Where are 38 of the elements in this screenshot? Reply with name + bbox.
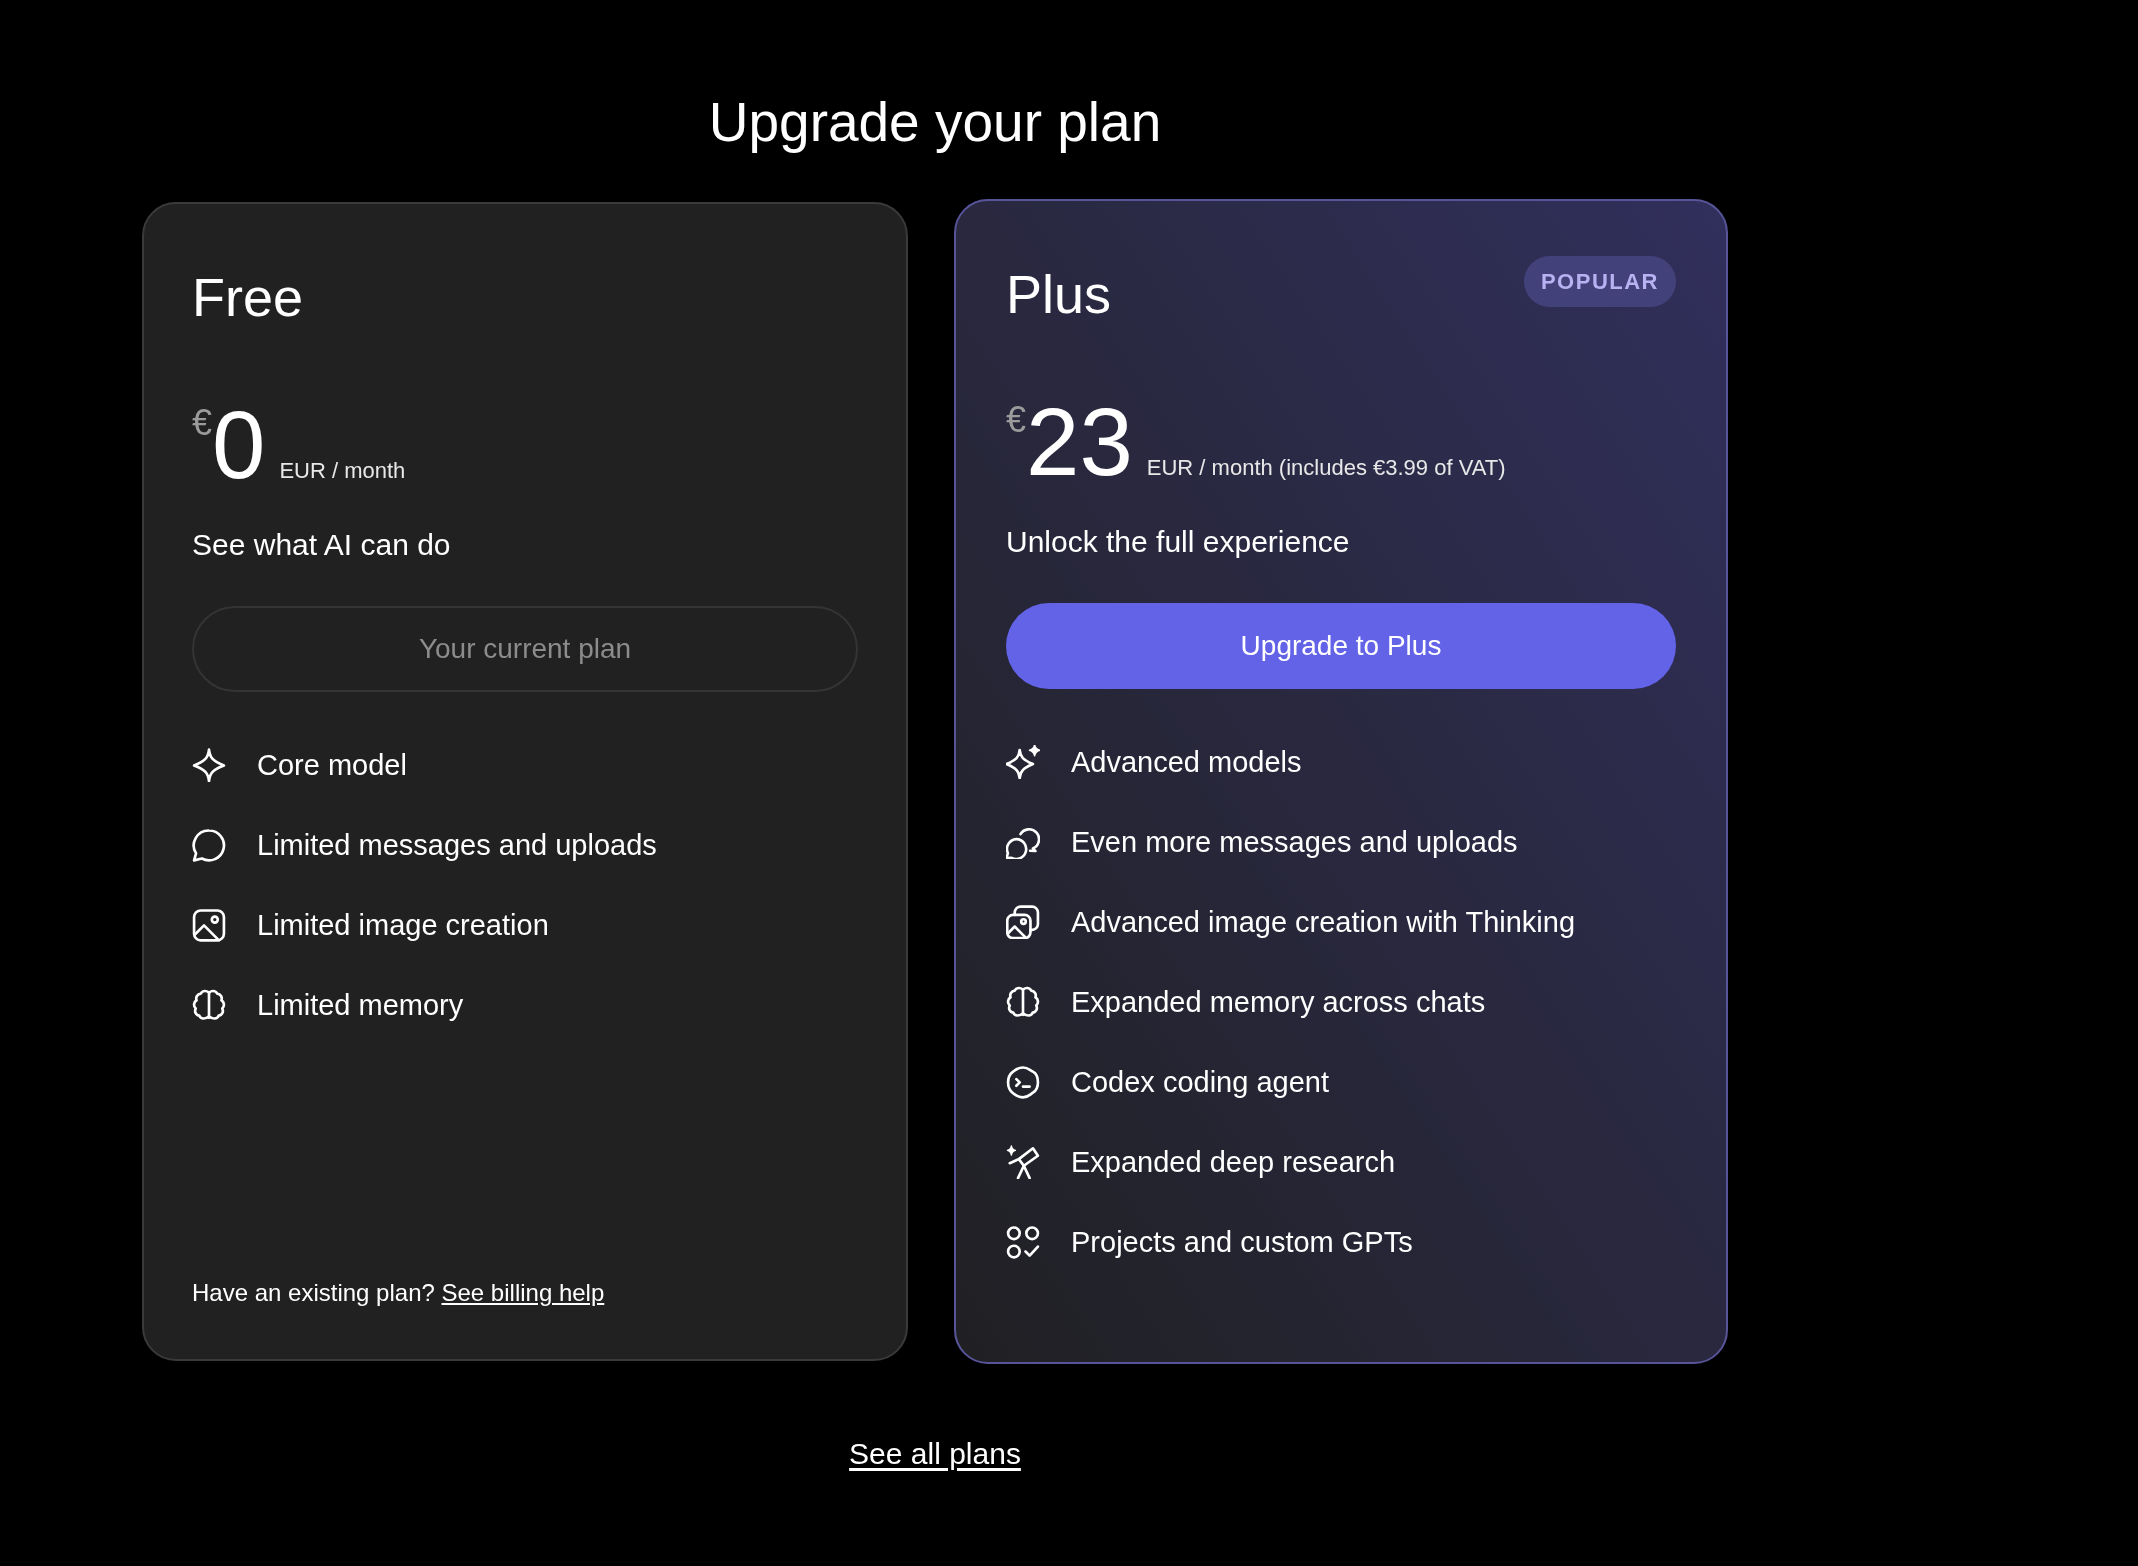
stacked-images-icon	[1006, 905, 1040, 939]
plan-tagline: Unlock the full experience	[1006, 524, 1350, 560]
brain-icon	[1006, 985, 1040, 1019]
feature-text: Projects and custom GPTs	[1071, 1225, 1413, 1260]
plan-name: Free	[192, 266, 304, 329]
feature-text: Limited memory	[257, 988, 464, 1023]
popular-badge: POPULAR	[1523, 256, 1676, 307]
terminal-blob-icon	[1006, 1065, 1040, 1099]
price-amount: 23	[1026, 392, 1133, 492]
feature-text: Core model	[257, 748, 407, 783]
upgrade-button[interactable]: Upgrade to Plus	[1006, 603, 1676, 689]
billing-help-text: Have an existing plan? See billing help	[192, 1278, 605, 1308]
image-icon	[192, 908, 226, 942]
feature-text: Advanced image creation with Thinking	[1071, 905, 1576, 940]
see-all-plans-link[interactable]: See all plans	[849, 1434, 1021, 1474]
chat-bubble-icon	[192, 828, 226, 862]
price-amount: 0	[212, 395, 266, 495]
brain-icon	[192, 988, 226, 1022]
price-period: EUR / month	[279, 457, 406, 485]
telescope-icon	[1006, 1145, 1040, 1179]
chat-bubbles-icon	[1006, 825, 1040, 859]
feature-text: Advanced models	[1071, 745, 1302, 780]
feature-text: Limited messages and uploads	[257, 828, 657, 863]
feature-text: Even more messages and uploads	[1071, 825, 1518, 860]
sparkles-icon	[1006, 745, 1040, 779]
feature-text: Codex coding agent	[1071, 1065, 1329, 1100]
circles-check-icon	[1006, 1225, 1040, 1259]
price-period: EUR / month (includes €3.99 of VAT)	[1146, 454, 1506, 482]
currency-symbol: €	[192, 403, 213, 443]
feature-text: Expanded memory across chats	[1071, 985, 1486, 1020]
plan-tagline: See what AI can do	[192, 527, 451, 563]
currency-symbol: €	[1006, 400, 1027, 440]
sparkle-icon	[192, 748, 226, 782]
feature-text: Limited image creation	[257, 908, 549, 943]
plan-name: Plus	[1006, 263, 1112, 326]
billing-help-link[interactable]: See billing help	[441, 1279, 605, 1306]
feature-text: Expanded deep research	[1071, 1145, 1396, 1180]
page-title: Upgrade your plan	[708, 90, 1162, 154]
